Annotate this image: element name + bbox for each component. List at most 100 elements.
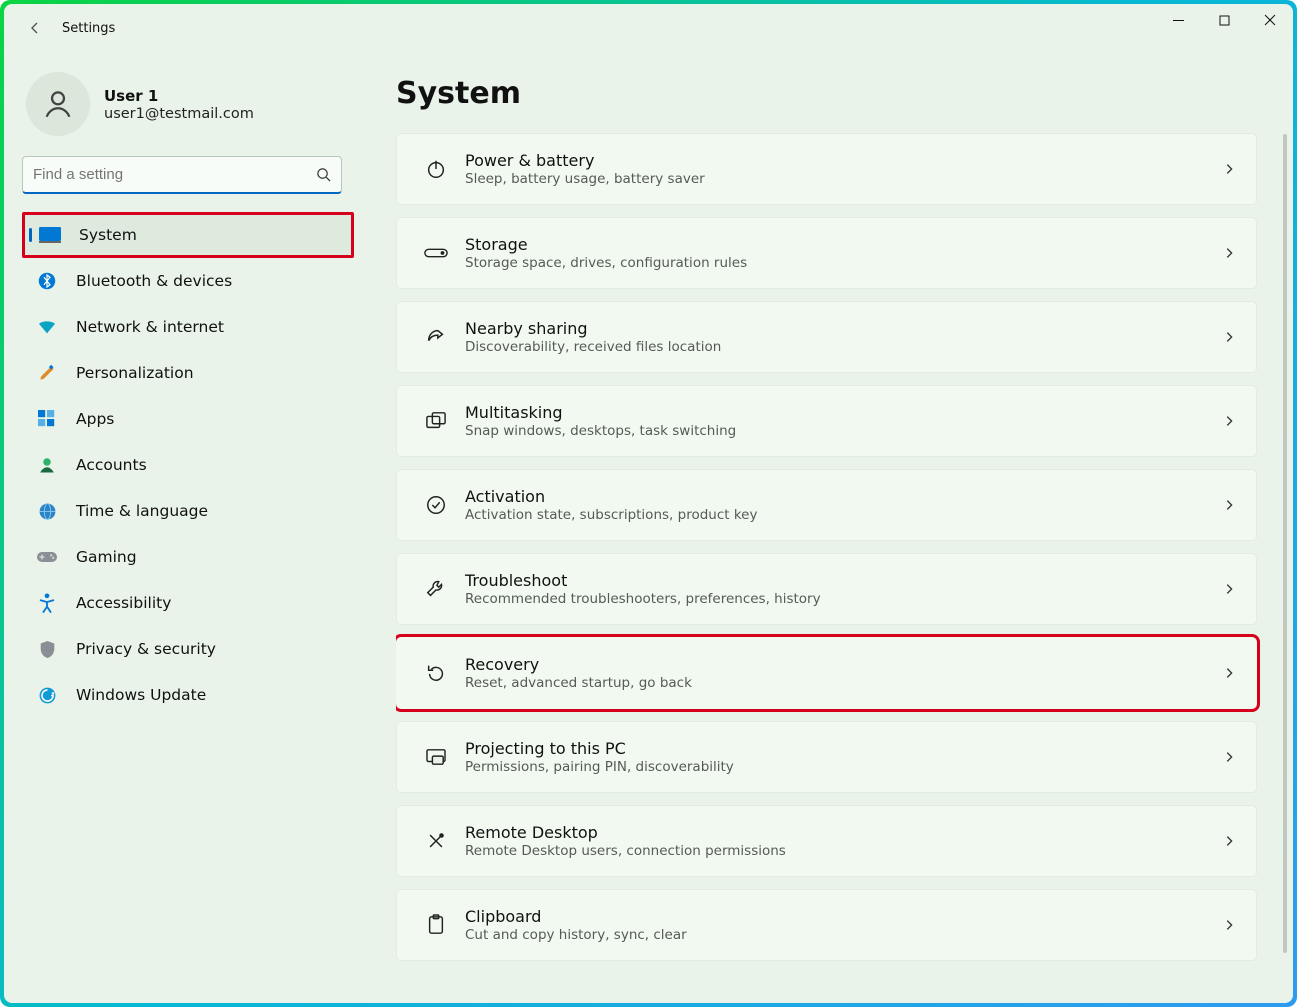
card-title: Nearby sharing <box>465 319 1222 338</box>
card-title: Multitasking <box>465 403 1222 422</box>
card-multitasking[interactable]: Multitasking Snap windows, desktops, tas… <box>396 385 1257 457</box>
power-icon <box>419 158 453 180</box>
update-icon <box>36 684 58 706</box>
sidebar-item-accessibility[interactable]: Accessibility <box>22 580 354 626</box>
sidebar-item-label: Time & language <box>76 502 208 520</box>
card-subtitle: Reset, advanced startup, go back <box>465 675 1222 691</box>
sidebar-item-label: Windows Update <box>76 686 206 704</box>
bluetooth-icon <box>36 270 58 292</box>
chevron-right-icon <box>1222 246 1236 260</box>
profile-email: user1@testmail.com <box>104 106 254 122</box>
sidebar-item-network[interactable]: Network & internet <box>22 304 354 350</box>
globe-clock-icon <box>36 500 58 522</box>
search-input[interactable] <box>33 166 305 183</box>
sidebar-item-label: Apps <box>76 410 114 428</box>
sidebar-item-label: Accessibility <box>76 594 171 612</box>
chevron-right-icon <box>1222 582 1236 596</box>
apps-icon <box>36 408 58 430</box>
multitasking-icon <box>419 411 453 431</box>
chevron-right-icon <box>1222 498 1236 512</box>
search-icon <box>316 167 331 182</box>
page-title: System <box>396 76 1267 111</box>
card-troubleshoot[interactable]: Troubleshoot Recommended troubleshooters… <box>396 553 1257 625</box>
card-clipboard[interactable]: Clipboard Cut and copy history, sync, cl… <box>396 889 1257 961</box>
chevron-right-icon <box>1222 918 1236 932</box>
check-circle-icon <box>419 494 453 516</box>
sidebar-item-label: Bluetooth & devices <box>76 272 232 290</box>
card-subtitle: Sleep, battery usage, battery saver <box>465 171 1222 187</box>
card-subtitle: Permissions, pairing PIN, discoverabilit… <box>465 759 1222 775</box>
sidebar-item-label: Privacy & security <box>76 640 216 658</box>
card-title: Remote Desktop <box>465 823 1222 842</box>
maximize-icon <box>1219 15 1230 26</box>
paintbrush-icon <box>36 362 58 384</box>
sidebar-item-apps[interactable]: Apps <box>22 396 354 442</box>
card-subtitle: Recommended troubleshooters, preferences… <box>465 591 1222 607</box>
sidebar-item-label: Accounts <box>76 456 147 474</box>
card-title: Storage <box>465 235 1222 254</box>
card-remote-desktop[interactable]: Remote Desktop Remote Desktop users, con… <box>396 805 1257 877</box>
card-title: Activation <box>465 487 1222 506</box>
sidebar-item-windows-update[interactable]: Windows Update <box>22 672 354 718</box>
card-recovery[interactable]: Recovery Reset, advanced startup, go bac… <box>396 637 1257 709</box>
sidebar-item-gaming[interactable]: Gaming <box>22 534 354 580</box>
arrow-left-icon <box>27 20 43 36</box>
card-subtitle: Remote Desktop users, connection permiss… <box>465 843 1222 859</box>
sidebar-item-label: Personalization <box>76 364 194 382</box>
storage-icon <box>419 246 453 260</box>
sidebar-item-time-language[interactable]: Time & language <box>22 488 354 534</box>
card-title: Troubleshoot <box>465 571 1222 590</box>
shield-icon <box>36 638 58 660</box>
clipboard-icon <box>419 914 453 936</box>
recovery-icon <box>419 662 453 684</box>
card-power-battery[interactable]: Power & battery Sleep, battery usage, ba… <box>396 133 1257 205</box>
scrollbar[interactable] <box>1283 134 1287 953</box>
wrench-icon <box>419 578 453 600</box>
maximize-button[interactable] <box>1201 4 1247 36</box>
card-title: Power & battery <box>465 151 1222 170</box>
close-button[interactable] <box>1247 4 1293 36</box>
card-storage[interactable]: Storage Storage space, drives, configura… <box>396 217 1257 289</box>
card-activation[interactable]: Activation Activation state, subscriptio… <box>396 469 1257 541</box>
search-input-wrap[interactable] <box>22 156 342 194</box>
avatar <box>26 72 90 136</box>
close-icon <box>1264 14 1276 26</box>
profile-block[interactable]: User 1 user1@testmail.com <box>22 64 354 156</box>
card-subtitle: Snap windows, desktops, task switching <box>465 423 1222 439</box>
chevron-right-icon <box>1222 666 1236 680</box>
card-title: Clipboard <box>465 907 1222 926</box>
sidebar-item-system[interactable]: System <box>22 212 354 258</box>
sidebar: User 1 user1@testmail.com Sy <box>4 52 364 1003</box>
main-content: System Power & battery Sleep, battery us… <box>364 52 1293 1003</box>
sidebar-item-personalization[interactable]: Personalization <box>22 350 354 396</box>
card-title: Projecting to this PC <box>465 739 1222 758</box>
settings-window: Settings <box>4 4 1293 1003</box>
titlebar: Settings <box>4 4 1293 52</box>
accounts-icon <box>36 454 58 476</box>
sidebar-item-privacy[interactable]: Privacy & security <box>22 626 354 672</box>
sidebar-item-label: Network & internet <box>76 318 224 336</box>
card-subtitle: Discoverability, received files location <box>465 339 1222 355</box>
sidebar-item-label: Gaming <box>76 548 137 566</box>
card-title: Recovery <box>465 655 1222 674</box>
projecting-icon <box>419 748 453 766</box>
card-subtitle: Storage space, drives, configuration rul… <box>465 255 1222 271</box>
card-subtitle: Cut and copy history, sync, clear <box>465 927 1222 943</box>
sidebar-item-accounts[interactable]: Accounts <box>22 442 354 488</box>
sidebar-item-label: System <box>79 226 137 244</box>
card-subtitle: Activation state, subscriptions, product… <box>465 507 1222 523</box>
accessibility-icon <box>36 592 58 614</box>
back-button[interactable] <box>18 11 52 45</box>
app-title: Settings <box>62 21 115 36</box>
display-icon <box>39 224 61 246</box>
sidebar-item-bluetooth[interactable]: Bluetooth & devices <box>22 258 354 304</box>
chevron-right-icon <box>1222 750 1236 764</box>
card-nearby-sharing[interactable]: Nearby sharing Discoverability, received… <box>396 301 1257 373</box>
chevron-right-icon <box>1222 330 1236 344</box>
remote-desktop-icon <box>419 830 453 852</box>
chevron-right-icon <box>1222 162 1236 176</box>
card-projecting[interactable]: Projecting to this PC Permissions, pairi… <box>396 721 1257 793</box>
minimize-button[interactable] <box>1155 4 1201 36</box>
chevron-right-icon <box>1222 414 1236 428</box>
minimize-icon <box>1173 15 1184 26</box>
